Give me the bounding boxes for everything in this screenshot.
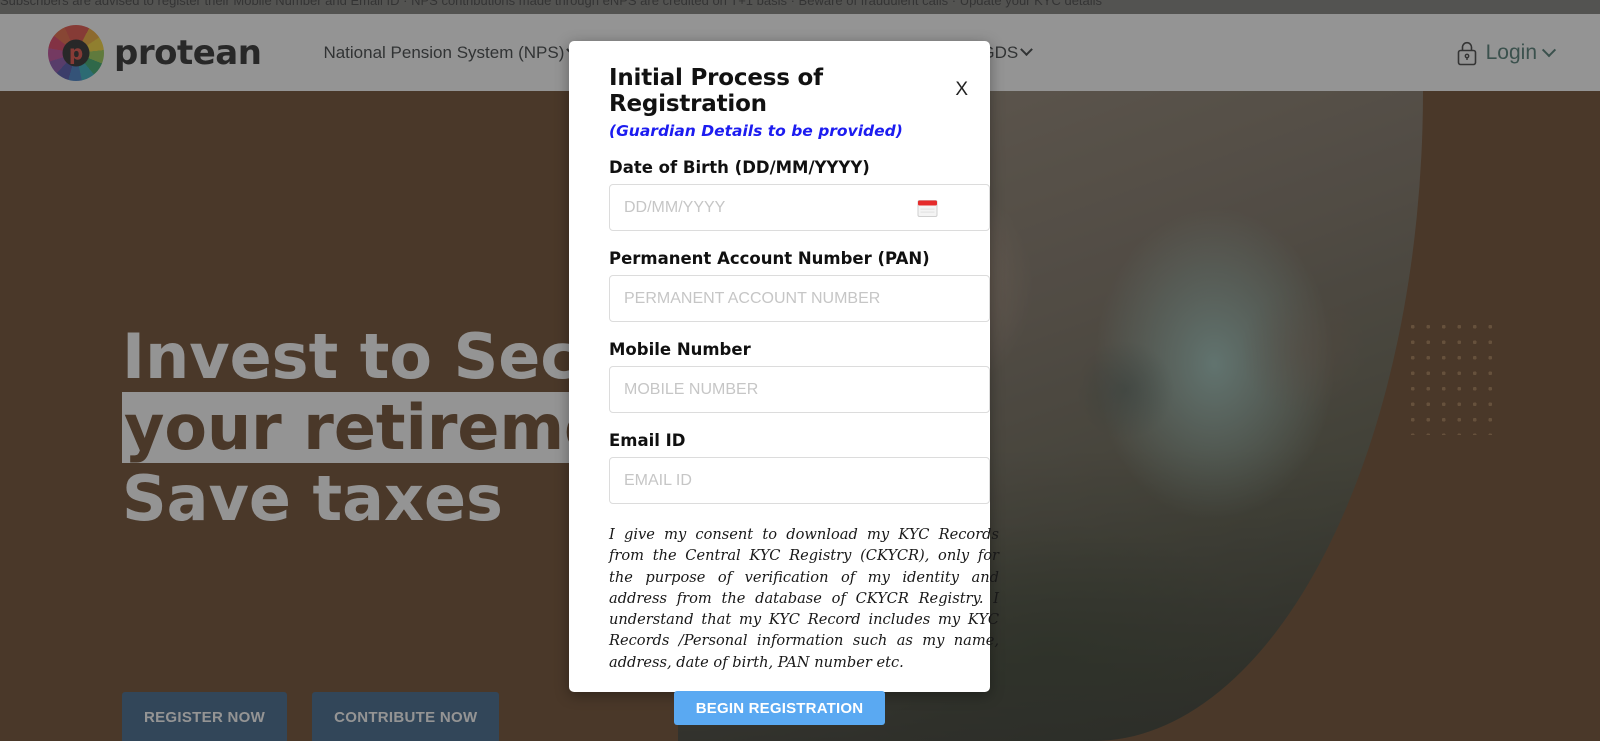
begin-registration-button[interactable]: BEGIN REGISTRATION bbox=[673, 691, 886, 726]
page-root: Subscribers are advised to register thei… bbox=[0, 0, 1600, 741]
field-label-pan: Permanent Account Number (PAN) bbox=[609, 249, 930, 268]
field-label-date-of-birth: Date of Birth (DD/MM/YYYY) bbox=[609, 158, 870, 177]
calendar-icon[interactable] bbox=[917, 197, 938, 218]
field-label-mobile-number: Mobile Number bbox=[609, 340, 751, 359]
kyc-consent-text: I give my consent to download my KYC Rec… bbox=[609, 526, 999, 671]
field-date-of-birth: Date of Birth (DD/MM/YYYY) bbox=[609, 158, 990, 231]
field-label-email-id: Email ID bbox=[609, 431, 686, 450]
pan-input[interactable] bbox=[609, 275, 990, 322]
close-icon[interactable]: X bbox=[951, 76, 972, 103]
modal-subtitle: (Guardian Details to be provided) bbox=[609, 122, 903, 140]
email-id-input[interactable] bbox=[609, 457, 990, 504]
field-pan: Permanent Account Number (PAN) bbox=[609, 249, 990, 322]
registration-modal: Initial Process of Registration (Guardia… bbox=[569, 41, 999, 726]
modal-title: Initial Process of Registration bbox=[609, 65, 823, 117]
submit-row: BEGIN REGISTRATION bbox=[609, 691, 950, 726]
field-email-id: Email ID bbox=[609, 431, 990, 504]
mobile-number-input[interactable] bbox=[609, 366, 990, 413]
field-mobile-number: Mobile Number bbox=[609, 340, 990, 413]
